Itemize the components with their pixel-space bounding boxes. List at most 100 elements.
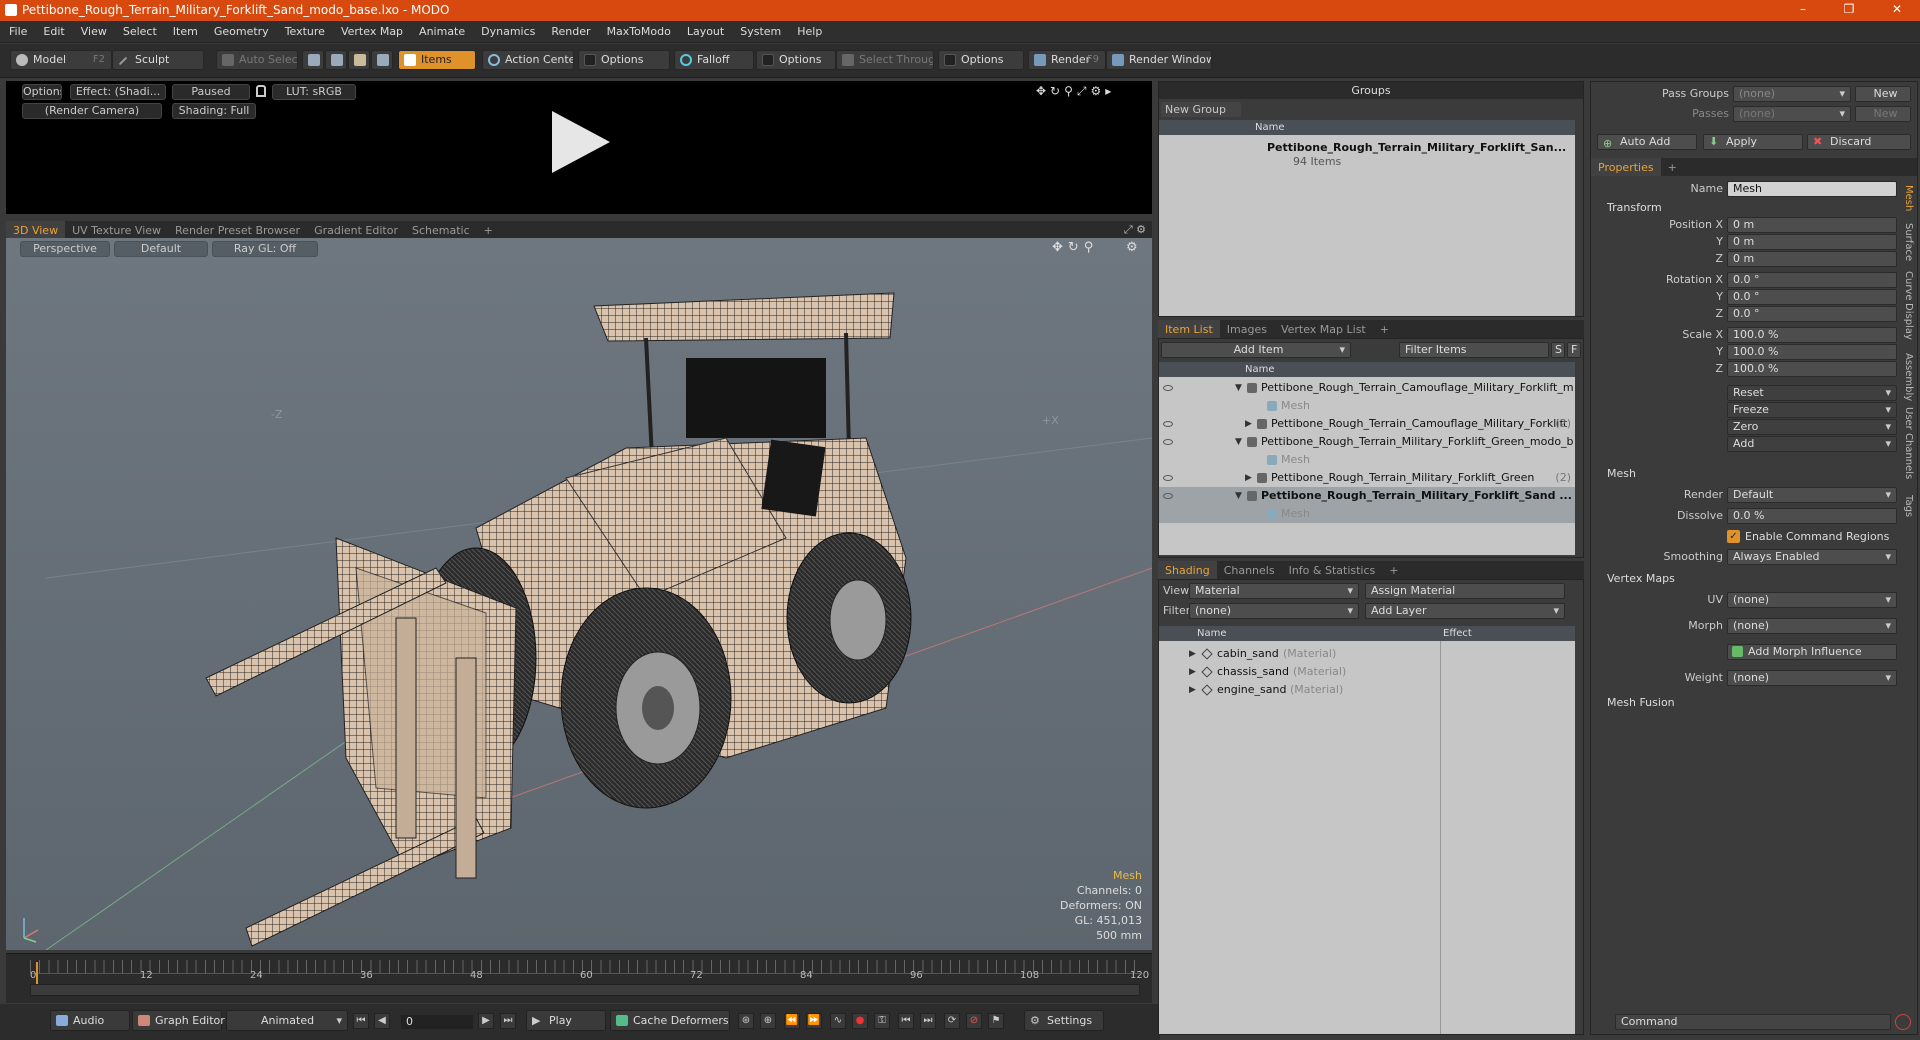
key-filter-icon[interactable]: ⚿ bbox=[874, 1013, 890, 1029]
dope-icon[interactable]: ⚑ bbox=[988, 1013, 1004, 1029]
shading-row[interactable]: ▶ engine_sand (Material) bbox=[1159, 681, 1575, 699]
command-stop-icon[interactable] bbox=[1895, 1014, 1911, 1030]
lut-dropdown[interactable]: LUT: sRGB bbox=[272, 84, 356, 100]
preview-view-controls[interactable]: ✥↻⚲⤢⚙▸ bbox=[1036, 84, 1115, 99]
transform-section[interactable]: Transform bbox=[1607, 201, 1662, 214]
uv-dropdown[interactable]: (none) bbox=[1727, 592, 1897, 608]
assign-material-button[interactable]: Assign Material bbox=[1365, 583, 1565, 599]
expand-toggle-icon[interactable]: ▶ bbox=[1189, 645, 1196, 663]
menu-texture[interactable]: Texture bbox=[276, 21, 332, 38]
menu-view[interactable]: View bbox=[72, 21, 114, 38]
select-through-options-button[interactable]: Options bbox=[938, 50, 1024, 70]
morph-dropdown[interactable]: (none) bbox=[1727, 618, 1897, 634]
pass-groups-dropdown[interactable]: (none) bbox=[1733, 86, 1851, 102]
material-mode-button[interactable] bbox=[371, 50, 393, 70]
sculpt-button[interactable]: Sculpt bbox=[112, 50, 204, 70]
scale-x-input[interactable]: 100.0 % bbox=[1727, 327, 1897, 343]
key-icon[interactable]: ⊛ bbox=[738, 1013, 754, 1029]
effect-dropdown[interactable]: Effect: (Shadi... bbox=[70, 84, 166, 100]
expand-toggle-icon[interactable]: ▶ bbox=[1245, 415, 1252, 433]
enable-command-regions-checkbox[interactable]: ✓ bbox=[1727, 530, 1740, 543]
add-properties-tab-button[interactable]: + bbox=[1661, 158, 1684, 176]
next-key-icon[interactable]: ⏩ bbox=[806, 1013, 822, 1029]
menu-maxtomodo[interactable]: MaxToModo bbox=[598, 21, 678, 38]
tab-channels[interactable]: Channels bbox=[1217, 561, 1282, 579]
passes-dropdown[interactable]: (none) bbox=[1733, 106, 1851, 122]
menu-geometry[interactable]: Geometry bbox=[205, 21, 276, 38]
tab-shading[interactable]: Shading bbox=[1158, 561, 1217, 579]
model-button[interactable]: Model F2 bbox=[10, 50, 112, 70]
add-tab-button[interactable]: + bbox=[477, 221, 500, 239]
side-tab-display[interactable]: Display bbox=[1898, 303, 1914, 340]
filter-f-button[interactable]: F bbox=[1567, 342, 1581, 358]
items-mode-button[interactable]: Items bbox=[398, 50, 476, 70]
3d-viewport[interactable]: Perspective Default Ray GL: Off ✥↻⚲ ⚙ -Z… bbox=[6, 238, 1152, 950]
polygon-mode-button[interactable] bbox=[348, 50, 370, 70]
skip-back-icon[interactable]: ⏮ bbox=[898, 1013, 914, 1029]
visibility-eye-icon[interactable] bbox=[1163, 439, 1173, 445]
vertex-mode-button[interactable] bbox=[302, 50, 324, 70]
item-list-row[interactable]: ▶ Pettibone_Rough_Terrain_Military_Forkli… bbox=[1159, 469, 1575, 487]
shading-row[interactable]: ▶ cabin_sand (Material) bbox=[1159, 645, 1575, 663]
tab-uv-texture-view[interactable]: UV Texture View bbox=[65, 221, 168, 239]
prev-frame-icon[interactable]: ◀ bbox=[374, 1013, 390, 1029]
minimize-button[interactable]: – bbox=[1796, 2, 1810, 16]
tab-images[interactable]: Images bbox=[1220, 320, 1274, 338]
item-list-row[interactable]: Mesh bbox=[1159, 397, 1575, 415]
tab-properties[interactable]: Properties bbox=[1591, 158, 1661, 176]
rotation-x-input[interactable]: 0.0 ° bbox=[1727, 272, 1897, 288]
side-tab-mesh[interactable]: Mesh bbox=[1898, 185, 1914, 211]
play-button[interactable]: ▶ Play bbox=[526, 1010, 606, 1031]
go-to-end-icon[interactable]: ⏭ bbox=[500, 1013, 516, 1029]
tab-3d-view[interactable]: 3D View bbox=[6, 221, 66, 239]
add-transform-dropdown[interactable]: Add bbox=[1727, 436, 1897, 452]
shading-dropdown[interactable]: Shading: Full bbox=[172, 103, 256, 119]
prev-key-icon[interactable]: ⏪ bbox=[784, 1013, 800, 1029]
add-shading-tab-button[interactable]: + bbox=[1382, 561, 1405, 579]
expand-toggle-icon[interactable]: ▶ bbox=[1189, 663, 1196, 681]
record-settings-icon[interactable]: ⊘ bbox=[966, 1013, 982, 1029]
freeze-dropdown[interactable]: Freeze bbox=[1727, 402, 1897, 418]
expand-toggle-icon[interactable]: ▶ bbox=[1245, 469, 1252, 487]
render-camera-dropdown[interactable]: (Render Camera) bbox=[22, 103, 162, 119]
menu-edit[interactable]: Edit bbox=[34, 21, 71, 38]
view-dropdown[interactable]: Material bbox=[1189, 583, 1359, 599]
select-through-button[interactable]: Select Through bbox=[836, 50, 934, 70]
render-window-button[interactable]: Render Window bbox=[1106, 50, 1212, 70]
add-panel-tab-button[interactable]: + bbox=[1373, 320, 1396, 338]
close-button[interactable]: ✕ bbox=[1890, 2, 1904, 16]
scale-z-input[interactable]: 100.0 % bbox=[1727, 361, 1897, 377]
expand-toggle-icon[interactable]: ▼ bbox=[1235, 433, 1242, 451]
position-z-input[interactable]: 0 m bbox=[1727, 251, 1897, 267]
smoothing-dropdown[interactable]: Always Enabled bbox=[1727, 549, 1897, 565]
item-list-row[interactable]: ▼ Pettibone_Rough_Terrain_Camouflage_Mili… bbox=[1159, 379, 1575, 397]
shading-tree[interactable]: ▶ cabin_sand (Material) ▶ chassis_sand (Mater… bbox=[1159, 641, 1575, 1034]
position-x-input[interactable]: 0 m bbox=[1727, 217, 1897, 233]
new-pass-button[interactable]: New bbox=[1855, 106, 1911, 122]
current-frame-input[interactable]: 0 bbox=[400, 1014, 474, 1030]
expand-toggle-icon[interactable]: ▼ bbox=[1235, 379, 1242, 397]
mesh-section[interactable]: Mesh bbox=[1607, 467, 1636, 480]
discard-button[interactable]: ✖ Discard bbox=[1807, 134, 1911, 150]
maximize-button[interactable]: ❐ bbox=[1842, 2, 1856, 16]
menu-layout[interactable]: Layout bbox=[678, 21, 731, 38]
reset-dropdown[interactable]: Reset bbox=[1727, 385, 1897, 401]
new-group-button[interactable]: New Group bbox=[1161, 102, 1241, 117]
visibility-eye-icon[interactable] bbox=[1163, 421, 1173, 427]
visibility-eye-icon[interactable] bbox=[1163, 475, 1173, 481]
rotation-y-input[interactable]: 0.0 ° bbox=[1727, 289, 1897, 305]
weight-dropdown[interactable]: (none) bbox=[1727, 670, 1897, 686]
timeline[interactable]: 01224364860728496108120 120 120 bbox=[6, 953, 1152, 1003]
graph-editor-button[interactable]: Graph Editor bbox=[132, 1010, 225, 1031]
curve-icon[interactable]: ∿ bbox=[830, 1013, 846, 1029]
rotation-z-input[interactable]: 0.0 ° bbox=[1727, 306, 1897, 322]
menu-item[interactable]: Item bbox=[164, 21, 205, 38]
tab-item-list[interactable]: Item List bbox=[1158, 320, 1220, 338]
command-input[interactable]: Command bbox=[1615, 1014, 1891, 1030]
tab-gradient-editor[interactable]: Gradient Editor bbox=[307, 221, 405, 239]
item-list[interactable]: ▼ Pettibone_Rough_Terrain_Camouflage_Mili… bbox=[1159, 377, 1575, 555]
auto-add-button[interactable]: ⊕ Auto Add bbox=[1597, 134, 1697, 150]
edge-mode-button[interactable] bbox=[325, 50, 347, 70]
item-list-row[interactable]: Mesh bbox=[1159, 451, 1575, 469]
tab-schematic[interactable]: Schematic bbox=[405, 221, 477, 239]
